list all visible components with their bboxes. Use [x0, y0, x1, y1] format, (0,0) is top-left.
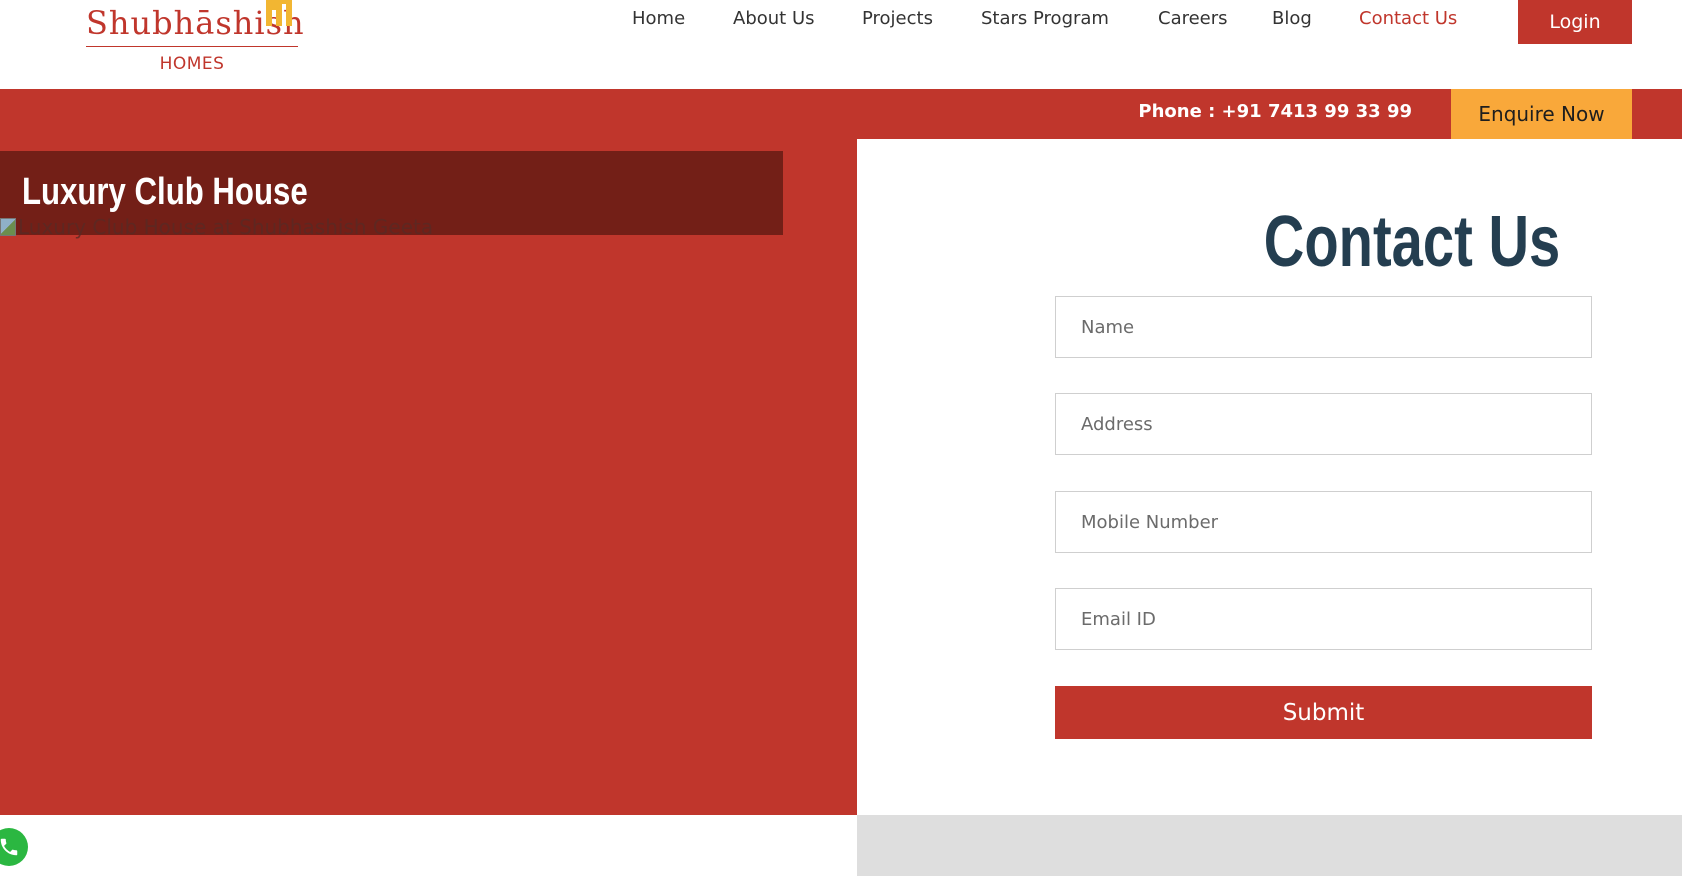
submit-button[interactable]: Submit	[1055, 686, 1592, 739]
contact-heading-wrap: Contact Us	[857, 201, 1682, 283]
page: Shubhāshish HOMES Home About Us Projects…	[0, 0, 1682, 876]
email-input[interactable]	[1056, 589, 1591, 649]
mobile-field[interactable]	[1055, 491, 1592, 553]
mobile-input[interactable]	[1056, 492, 1591, 552]
slide-image: Luxury Club House at Shubhashish Geeta	[0, 215, 433, 239]
brand-subtitle: HOMES	[159, 54, 225, 74]
name-field[interactable]	[1055, 296, 1592, 358]
site-header: Shubhāshish HOMES Home About Us Projects…	[0, 0, 1682, 89]
nav-item-about-us[interactable]: About Us	[733, 8, 815, 29]
enquire-now-button[interactable]: Enquire Now	[1451, 89, 1632, 139]
nav-item-projects[interactable]: Projects	[862, 8, 933, 29]
slide-image-alt: Luxury Club House at Shubhashish Geeta	[18, 215, 434, 239]
nav-item-blog[interactable]: Blog	[1272, 8, 1312, 29]
footer-strip-right	[857, 815, 1682, 876]
nav-item-contact-us[interactable]: Contact Us	[1359, 8, 1457, 29]
address-input[interactable]	[1056, 394, 1591, 454]
footer-strip-left	[0, 815, 857, 876]
nav-item-careers[interactable]: Careers	[1158, 8, 1228, 29]
name-input[interactable]	[1056, 297, 1591, 357]
nav-item-home[interactable]: Home	[632, 8, 685, 29]
contact-bar: Phone : +91 7413 99 33 99 Enquire Now	[0, 89, 1682, 139]
email-field[interactable]	[1055, 588, 1592, 650]
whatsapp-icon	[0, 838, 18, 856]
nav-item-stars-program[interactable]: Stars Program	[981, 8, 1109, 29]
slide-title: Luxury Club House	[22, 171, 308, 213]
phone-number[interactable]: Phone : +91 7413 99 33 99	[1138, 101, 1412, 122]
logo-divider	[86, 46, 298, 47]
contact-title: Contact Us	[1263, 202, 1561, 282]
image-slider: Luxury Club House Luxury Club House at S…	[0, 139, 857, 815]
brand-logo[interactable]: Shubhāshish HOMES	[86, 0, 304, 80]
building-crest-icon	[266, 0, 292, 26]
broken-image-icon	[0, 218, 16, 236]
slide-caption: Luxury Club House Luxury Club House at S…	[0, 151, 783, 239]
contact-form-panel: Contact Us Submit	[857, 139, 1682, 815]
address-field[interactable]	[1055, 393, 1592, 455]
login-button[interactable]: Login	[1518, 0, 1632, 44]
